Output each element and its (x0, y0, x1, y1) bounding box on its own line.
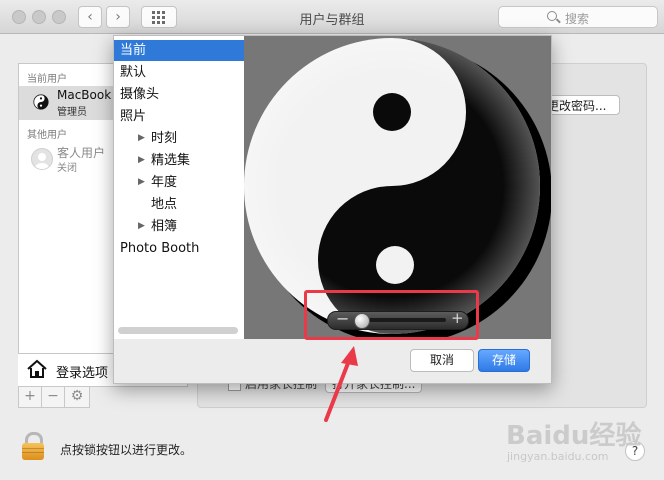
title-bar: ‹ › 用户与群组 搜索 (0, 0, 664, 34)
user-avatar-icon (33, 94, 49, 110)
source-item[interactable]: ▶ 精选集 (114, 150, 244, 171)
source-item-label: 时刻 (151, 131, 178, 146)
source-item-label: 摄像头 (120, 87, 160, 102)
save-button[interactable]: 存储 (478, 349, 530, 372)
watermark-url: jingyan.baidu.com (507, 450, 609, 463)
other-users-header: 其他用户 (27, 130, 67, 141)
source-item-label: 当前 (120, 43, 147, 58)
horizontal-scrollbar[interactable] (118, 327, 238, 334)
plus-icon: + (24, 388, 36, 404)
add-user-button[interactable]: + (18, 386, 42, 408)
disclosure-triangle-icon[interactable]: ▶ (138, 172, 145, 193)
source-item-label: 地点 (151, 197, 178, 212)
search-placeholder: 搜索 (565, 12, 590, 26)
gear-icon: ⚙ (70, 388, 84, 404)
user-role: 管理员 (57, 107, 87, 118)
source-item-label: 默认 (120, 65, 147, 80)
search-field[interactable]: 搜索 (498, 6, 658, 28)
watermark-logo: Baidu经验 (506, 421, 642, 451)
current-users-header: 当前用户 (27, 74, 67, 85)
search-icon (547, 11, 557, 21)
disclosure-triangle-icon[interactable]: ▶ (138, 216, 145, 237)
source-item-label: Photo Booth (120, 241, 200, 256)
disclosure-triangle-icon[interactable]: ▶ (138, 128, 145, 149)
lock-hint-text: 点按锁按钮以进行更改。 (60, 443, 193, 457)
source-item[interactable]: ▶ 时刻 (114, 128, 244, 149)
minus-icon: − (47, 388, 59, 404)
remove-user-button[interactable]: − (41, 386, 65, 408)
source-item[interactable]: 地点 (114, 194, 244, 215)
lock-icon[interactable] (22, 432, 44, 460)
user-name: MacBook (57, 88, 112, 102)
source-item[interactable]: ▶ 相簿 (114, 216, 244, 237)
source-item-label: 相簿 (151, 219, 178, 234)
source-item-label: 年度 (151, 175, 178, 190)
disclosure-triangle-icon[interactable]: ▶ (138, 150, 145, 171)
picture-source-list: 当前默认摄像头照片 ▶ 时刻 ▶ 精选集 ▶ 年度地点 ▶ 相簿 Photo Booth (114, 36, 244, 339)
source-item[interactable]: 摄像头 (114, 84, 244, 105)
source-item[interactable]: ▶ 年度 (114, 172, 244, 193)
guest-avatar-icon (31, 148, 53, 170)
source-item-label: 精选集 (151, 153, 191, 168)
source-item-label: 照片 (120, 109, 147, 124)
cancel-button[interactable]: 取消 (410, 349, 474, 372)
source-item[interactable]: 照片 (114, 106, 244, 127)
guest-status: 关闭 (57, 163, 77, 174)
login-options-label: 登录选项 (56, 366, 109, 381)
source-item[interactable]: 当前 (114, 40, 244, 61)
source-item[interactable]: Photo Booth (114, 238, 244, 259)
source-item[interactable]: 默认 (114, 62, 244, 83)
highlight-box (304, 290, 479, 340)
house-icon (27, 359, 47, 378)
action-menu-button[interactable]: ⚙ (64, 386, 90, 408)
